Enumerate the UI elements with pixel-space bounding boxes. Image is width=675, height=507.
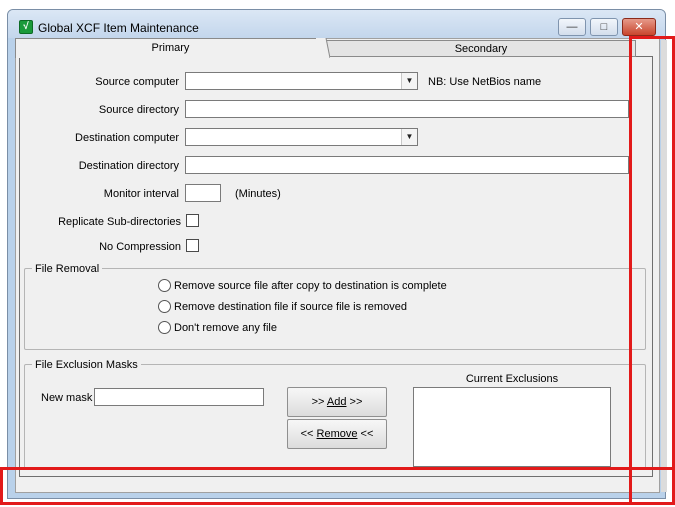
replicate-subdirs-checkbox[interactable] [186,214,199,227]
tab-primary[interactable]: Primary [15,38,326,58]
no-compression-label: No Compression [99,241,181,253]
tab-secondary[interactable]: Secondary [326,40,636,57]
netbios-note: NB: Use NetBios name [428,76,542,88]
destination-directory-input[interactable] [185,156,629,174]
close-button[interactable]: ✕ [622,18,656,36]
current-exclusions-label: Current Exclusions [465,373,559,385]
source-directory-label: Source directory [98,104,179,116]
source-directory-input[interactable] [185,100,629,118]
remove-button[interactable]: << Remove << [287,419,387,449]
add-suffix: >> [349,396,363,408]
highlight-box-bottom [0,467,675,505]
remove-prefix: << [300,428,314,440]
new-mask-label: New mask [41,392,93,404]
monitor-interval-label: Monitor interval [103,188,179,200]
no-compression-checkbox[interactable] [186,239,199,252]
replicate-subdirs-label: Replicate Sub-directories [58,216,181,228]
remove-button-label: Remove [316,428,358,440]
monitor-interval-input[interactable] [185,184,221,202]
source-computer-label: Source computer [95,76,179,88]
destination-computer-label: Destination computer [75,132,179,144]
tab-divider [316,38,330,58]
radio-remove-source-label[interactable]: Remove source file after copy to destina… [174,279,447,293]
add-button-label: Add [326,396,347,408]
file-removal-title: File Removal [32,262,103,276]
maximize-button[interactable]: □ [590,18,618,36]
close-icon: ✕ [634,21,644,33]
radio-remove-source[interactable] [158,279,171,292]
destination-computer-combo[interactable]: ▼ [185,128,418,146]
current-exclusions-list[interactable] [413,387,611,467]
radio-remove-destination[interactable] [158,300,171,313]
add-prefix: >> [311,396,325,408]
chevron-down-icon[interactable]: ▼ [401,73,417,89]
source-computer-combo[interactable]: ▼ [185,72,418,90]
add-button[interactable]: >> Add >> [287,387,387,417]
minimize-button[interactable]: — [558,18,586,36]
chevron-down-icon[interactable]: ▼ [401,129,417,145]
radio-dont-remove[interactable] [158,321,171,334]
minimize-icon: — [566,21,578,33]
maximize-icon: □ [600,21,608,33]
radio-dont-remove-label[interactable]: Don't remove any file [174,321,277,335]
remove-suffix: << [360,428,374,440]
window-title: Global XCF Item Maintenance [38,21,199,35]
destination-directory-label: Destination directory [78,160,179,172]
radio-remove-destination-label[interactable]: Remove destination file if source file i… [174,300,407,314]
app-icon: √ [19,20,33,34]
new-mask-input[interactable] [94,388,264,406]
minutes-unit-label: (Minutes) [235,188,281,200]
highlight-box-right [629,36,675,505]
file-exclusion-title: File Exclusion Masks [32,358,141,372]
